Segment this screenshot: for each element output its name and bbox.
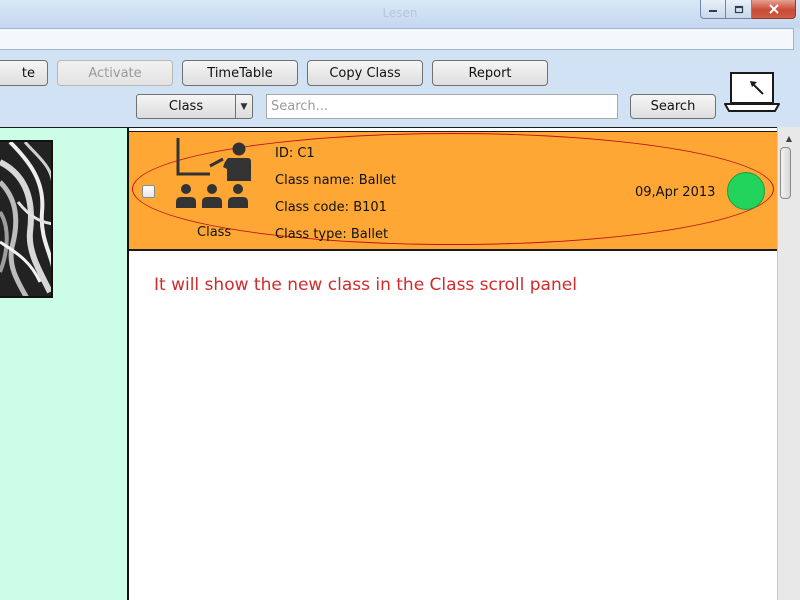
close-icon <box>768 4 779 14</box>
copy-class-button[interactable]: Copy Class <box>307 60 423 86</box>
class-code: Class code: B101 <box>275 200 387 215</box>
dropdown-arrow-icon[interactable]: ▼ <box>235 95 252 118</box>
profile-photo <box>0 140 53 298</box>
menu-strip <box>0 28 794 50</box>
window-controls <box>700 0 796 19</box>
class-name: Class name: Ballet <box>275 173 396 188</box>
window-title: Lesen <box>382 6 418 20</box>
report-button[interactable]: Report <box>432 60 548 86</box>
maximize-icon <box>734 5 743 13</box>
toolbar: te Activate TimeTable Copy Class Report … <box>0 51 800 127</box>
scroll-up-arrow-icon[interactable]: ▲ <box>778 130 800 147</box>
class-scroll-panel: Class ID: C1 Class name: Ballet Class co… <box>129 127 777 600</box>
vertical-scrollbar[interactable]: ▲ <box>777 127 800 600</box>
laptop-icon[interactable] <box>724 71 780 113</box>
class-date: 09,Apr 2013 <box>635 185 716 200</box>
left-panel <box>0 127 127 600</box>
class-select-checkbox[interactable] <box>142 185 155 198</box>
class-type: Class type: Ballet <box>275 227 389 242</box>
activate-button[interactable]: Activate <box>57 60 173 86</box>
filter-dropdown-value: Class <box>168 99 204 114</box>
class-id: ID: C1 <box>275 146 315 161</box>
minimize-icon <box>709 10 717 12</box>
timetable-button[interactable]: TimeTable <box>182 60 298 86</box>
search-button[interactable]: Search <box>630 94 716 119</box>
class-card[interactable]: Class ID: C1 Class name: Ballet Class co… <box>129 131 777 251</box>
close-button[interactable] <box>752 0 796 19</box>
annotation-text: It will show the new class in the Class … <box>154 275 577 295</box>
maximize-button[interactable] <box>726 0 752 19</box>
search-input[interactable] <box>266 94 618 119</box>
filter-dropdown[interactable]: Class ▼ <box>136 94 253 119</box>
status-indicator <box>727 172 765 210</box>
class-icon-caption: Class <box>197 225 232 240</box>
minimize-button[interactable] <box>700 0 726 19</box>
scrollbar-thumb[interactable] <box>780 147 791 199</box>
classroom-icon <box>176 138 251 208</box>
class-details: ID: C1 Class name: Ballet Class code: B1… <box>275 146 396 254</box>
title-bar: Lesen <box>0 0 800 28</box>
update-button[interactable]: te <box>0 60 48 86</box>
